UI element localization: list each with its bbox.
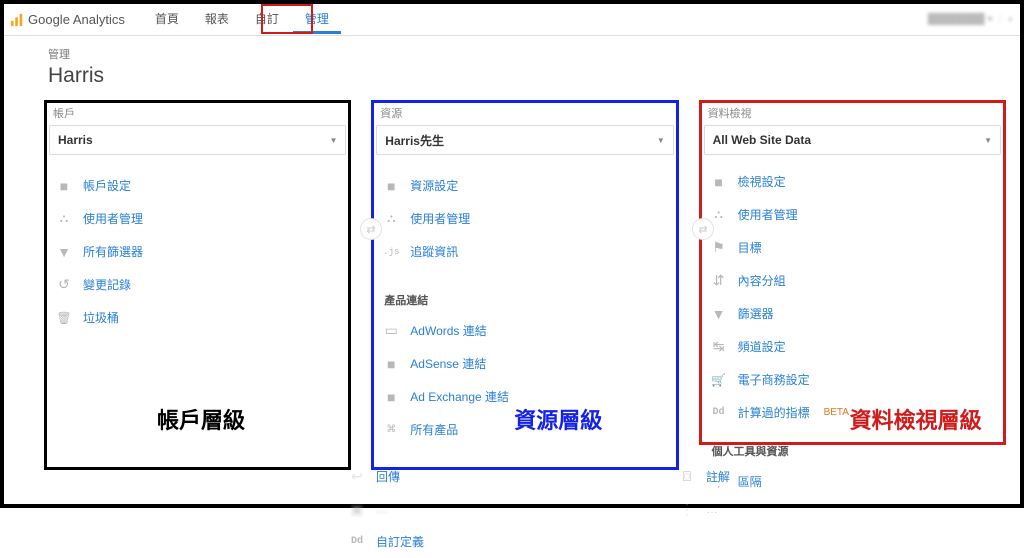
account-change-history[interactable]: 變更記錄 [49, 268, 346, 301]
dd-icon: Dd [710, 405, 728, 421]
doc-icon [382, 178, 400, 194]
reply-icon [348, 469, 366, 485]
branch-icon [710, 273, 728, 289]
caret-down-icon: ▼ [330, 136, 338, 145]
page-title: Harris [48, 64, 1020, 88]
breadcrumb-label: 管理 [48, 46, 1020, 62]
view-column: 資料檢視 All Web Site Data ▼ 檢視設定 使用者管理 目標 內… [699, 100, 1006, 445]
view-content-grouping[interactable]: 內容分組 [704, 264, 1001, 297]
nav-custom[interactable]: 自訂 [243, 6, 291, 34]
account-user-mgmt[interactable]: 使用者管理 [49, 202, 346, 235]
funnel-icon [710, 306, 728, 322]
property-blurred-item[interactable]: … [342, 493, 640, 525]
view-extra-items: 註解 … [672, 460, 972, 525]
gap [679, 100, 699, 470]
nav-home[interactable]: 首頁 [143, 6, 191, 34]
account-settings[interactable]: 帳戶設定 [49, 169, 346, 202]
trash-icon [55, 310, 73, 326]
swap-property-view-button[interactable]: ⇄ [692, 218, 714, 240]
admin-columns: ⇄ ⇄ 帳戶 Harris ▼ 帳戶設定 使用者管理 所有篩選器 變更記錄 垃圾… [4, 88, 1020, 470]
view-selector-value: All Web Site Data [713, 133, 811, 147]
property-adsense-link[interactable]: AdSense 連結 [376, 347, 673, 380]
view-annotations[interactable]: 註解 [672, 460, 972, 493]
caret-down-icon: ▼ [984, 136, 992, 145]
main-nav: 首頁 報表 自訂 管理 [143, 6, 341, 34]
doc-icon [55, 178, 73, 194]
view-channel-settings[interactable]: 頻道設定 [704, 330, 1001, 363]
property-linking-section: 產品連結 [376, 268, 673, 314]
lines-icon [678, 501, 696, 517]
view-selector[interactable]: All Web Site Data ▼ [704, 125, 1001, 155]
brand-text: Google Analytics [28, 12, 125, 27]
history-icon [55, 277, 73, 293]
property-postbacks[interactable]: 回傳 [342, 460, 640, 493]
property-custom-defs[interactable]: Dd自訂定義 [342, 525, 640, 558]
flag-icon [710, 240, 728, 256]
nav-admin[interactable]: 管理 [293, 6, 341, 34]
js-icon: .js [382, 244, 400, 260]
breadcrumb: 管理 Harris [4, 36, 1020, 88]
link-icon [382, 422, 400, 438]
ga-logo[interactable]: Google Analytics [10, 12, 125, 27]
nav-reports[interactable]: 報表 [193, 6, 241, 34]
topbar: Google Analytics 首頁 報表 自訂 管理 ████████ ▾ … [4, 4, 1020, 36]
property-selector[interactable]: Harris先生 ▼ [376, 125, 673, 155]
view-menu: 檢視設定 使用者管理 目標 內容分組 篩選器 頻道設定 電子商務設定 Dd計算過… [704, 165, 1001, 498]
view-filters[interactable]: 篩選器 [704, 297, 1001, 330]
account-selector-value: Harris [58, 133, 93, 147]
property-selector-value: Harris先生 [385, 132, 444, 149]
property-tracking-info[interactable]: .js追蹤資訊 [376, 235, 673, 268]
beta-badge: BETA [824, 407, 849, 418]
account-all-filters[interactable]: 所有篩選器 [49, 235, 346, 268]
property-menu: 資源設定 使用者管理 .js追蹤資訊 產品連結 AdWords 連結 AdSen… [376, 169, 673, 446]
property-settings[interactable]: 資源設定 [376, 169, 673, 202]
view-cutoff-item[interactable]: … [672, 493, 972, 525]
view-settings[interactable]: 檢視設定 [704, 165, 1001, 198]
dd-icon: Dd [348, 534, 366, 550]
property-column: 資源 Harris先生 ▼ 資源設定 使用者管理 .js追蹤資訊 產品連結 Ad… [371, 100, 678, 470]
boxes-icon [348, 501, 366, 517]
user-menu-blurred[interactable]: ████████ ▾ ⋮ ◐ [928, 14, 1014, 25]
view-head: 資料檢視 [704, 105, 1001, 125]
account-trash[interactable]: 垃圾桶 [49, 301, 346, 334]
doc-icon [710, 174, 728, 190]
gap [351, 100, 371, 470]
funnel-icon [55, 244, 73, 260]
card-icon [382, 323, 400, 339]
view-goals[interactable]: 目標 [704, 231, 1001, 264]
users-icon [382, 211, 400, 227]
doc-icon [382, 356, 400, 372]
caret-down-icon: ▼ [657, 136, 665, 145]
account-column: 帳戶 Harris ▼ 帳戶設定 使用者管理 所有篩選器 變更記錄 垃圾桶 帳戶… [44, 100, 351, 470]
property-all-products[interactable]: 所有產品 [376, 413, 673, 446]
view-user-mgmt[interactable]: 使用者管理 [704, 198, 1001, 231]
ga-logo-icon [10, 13, 24, 27]
chat-icon [678, 469, 696, 485]
property-adexchange-link[interactable]: Ad Exchange 連結 [376, 380, 673, 413]
account-head: 帳戶 [49, 105, 346, 125]
swap-account-property-button[interactable]: ⇄ [360, 218, 382, 240]
account-menu: 帳戶設定 使用者管理 所有篩選器 變更記錄 垃圾桶 [49, 169, 346, 334]
users-icon [55, 211, 73, 227]
cart-icon [710, 372, 728, 388]
view-calculated-metrics[interactable]: Dd計算過的指標BETA [704, 396, 1001, 429]
channel-icon [710, 339, 728, 355]
property-user-mgmt[interactable]: 使用者管理 [376, 202, 673, 235]
doc-icon [382, 389, 400, 405]
account-selector[interactable]: Harris ▼ [49, 125, 346, 155]
view-ecommerce-settings[interactable]: 電子商務設定 [704, 363, 1001, 396]
property-head: 資源 [376, 105, 673, 125]
users-icon [710, 207, 728, 223]
property-adwords-link[interactable]: AdWords 連結 [376, 314, 673, 347]
property-extra-items: 回傳 … Dd自訂定義 [340, 460, 640, 558]
account-annotation: 帳戶層級 [157, 403, 245, 435]
